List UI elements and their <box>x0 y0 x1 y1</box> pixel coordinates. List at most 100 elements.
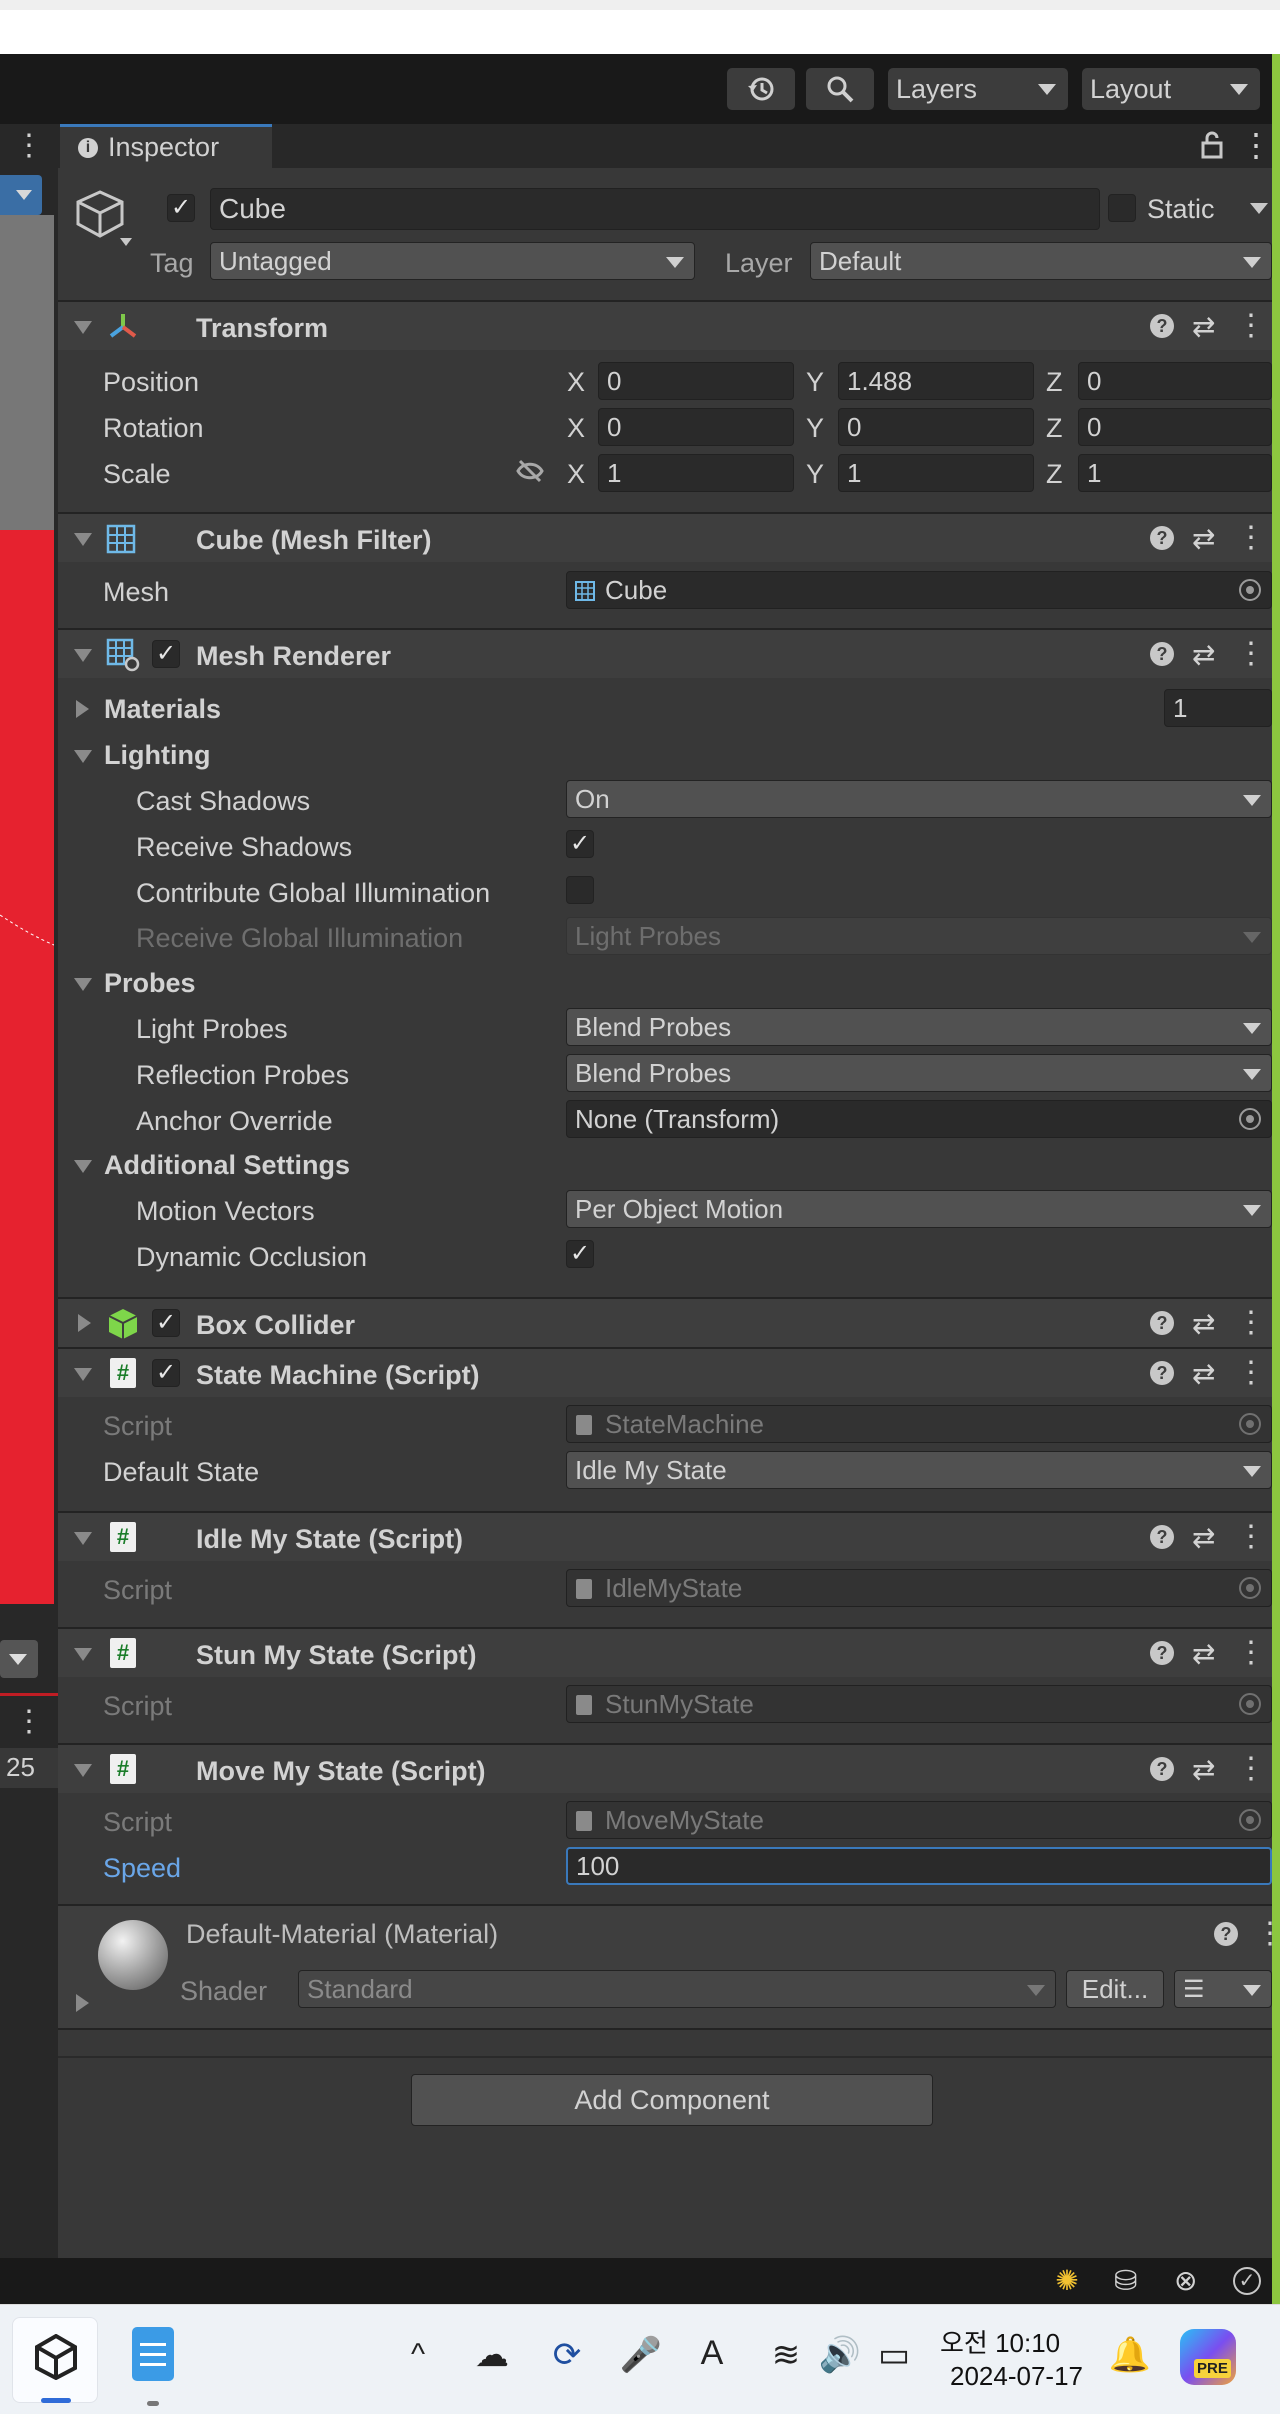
more-options-icon[interactable]: ⋮ <box>1236 1751 1266 1786</box>
cast-shadows-dropdown[interactable]: On <box>566 780 1272 818</box>
state-machine-header[interactable]: # ✓ State Machine (Script) ? ⇄ ⋮ <box>58 1347 1272 1397</box>
position-z-field[interactable]: 0 <box>1078 362 1272 400</box>
more-options-icon[interactable]: ⋮ <box>1240 126 1272 164</box>
fold-arrow-icon[interactable] <box>74 321 92 334</box>
clock-date[interactable]: 2024-07-17 <box>950 2361 1083 2392</box>
component-enabled-checkbox[interactable]: ✓ <box>152 1309 180 1337</box>
presets-icon[interactable]: ⇄ <box>1192 1753 1215 1786</box>
fold-arrow-icon[interactable] <box>74 1648 92 1661</box>
more-options-icon[interactable]: ⋮ <box>14 128 44 163</box>
probes-label[interactable]: Probes <box>104 968 196 999</box>
fold-arrow-icon[interactable] <box>74 978 92 991</box>
help-icon[interactable]: ? <box>1150 1757 1174 1781</box>
active-checkbox[interactable]: ✓ <box>167 194 195 222</box>
search-button[interactable] <box>806 68 874 110</box>
rotation-z-field[interactable]: 0 <box>1078 408 1272 446</box>
fold-arrow-icon[interactable] <box>74 649 92 662</box>
wifi-icon[interactable]: ≋ <box>764 2335 808 2375</box>
fold-arrow-icon[interactable] <box>74 533 92 546</box>
fold-arrow-icon[interactable] <box>78 1314 91 1332</box>
idle-state-header[interactable]: # Idle My State (Script) ? ⇄ ⋮ <box>58 1511 1272 1561</box>
help-icon[interactable]: ? <box>1150 526 1174 550</box>
help-icon[interactable]: ? <box>1150 1311 1174 1335</box>
battery-icon[interactable]: ▭ <box>872 2335 916 2375</box>
tab-inspector[interactable]: i Inspector <box>60 124 272 168</box>
more-options-icon[interactable]: ⋮ <box>1236 1635 1266 1670</box>
fold-arrow-icon[interactable] <box>74 1532 92 1545</box>
mesh-filter-header[interactable]: Cube (Mesh Filter) ? ⇄ ⋮ <box>58 512 1272 562</box>
ime-indicator[interactable]: A <box>692 2333 732 2373</box>
sync-icon[interactable]: ⟳ <box>545 2335 589 2375</box>
shader-options-dropdown[interactable]: ☰ <box>1174 1970 1272 2008</box>
fold-arrow-icon[interactable] <box>76 700 89 718</box>
materials-label[interactable]: Materials <box>104 694 221 725</box>
speed-field[interactable]: 100 <box>566 1847 1272 1885</box>
chevron-down-icon[interactable] <box>1250 203 1268 214</box>
scale-z-field[interactable]: 1 <box>1078 454 1272 492</box>
lock-icon[interactable] <box>1200 130 1224 160</box>
mesh-object-field[interactable]: Cube <box>566 571 1272 609</box>
fold-arrow-icon[interactable] <box>74 750 92 763</box>
more-options-icon[interactable]: ⋮ <box>14 1704 44 1739</box>
volume-icon[interactable]: 🔊 <box>818 2335 862 2375</box>
motion-vectors-dropdown[interactable]: Per Object Motion <box>566 1190 1272 1228</box>
position-x-field[interactable]: 0 <box>598 362 794 400</box>
microphone-icon[interactable]: 🎤 <box>619 2335 663 2375</box>
dynamic-occlusion-checkbox[interactable]: ✓ <box>566 1240 594 1268</box>
presets-icon[interactable]: ⇄ <box>1192 522 1215 555</box>
layer-dropdown[interactable]: Default <box>810 242 1272 280</box>
position-y-field[interactable]: 1.488 <box>838 362 1034 400</box>
more-options-icon[interactable]: ⋮ <box>1236 1355 1266 1390</box>
scale-x-field[interactable]: 1 <box>598 454 794 492</box>
mesh-renderer-header[interactable]: ✓ Mesh Renderer ? ⇄ ⋮ <box>58 628 1272 678</box>
object-name-field[interactable]: Cube <box>210 188 1100 230</box>
presets-icon[interactable]: ⇄ <box>1192 1357 1215 1390</box>
box-collider-header[interactable]: ✓ Box Collider ? ⇄ ⋮ <box>58 1297 1272 1347</box>
presets-icon[interactable]: ⇄ <box>1192 1521 1215 1554</box>
scale-y-field[interactable]: 1 <box>838 454 1034 492</box>
contribute-gi-checkbox[interactable] <box>566 876 594 904</box>
add-component-button[interactable]: Add Component <box>411 2074 933 2126</box>
edit-shader-button[interactable]: Edit... <box>1066 1970 1164 2008</box>
more-options-icon[interactable]: ⋮ <box>1236 308 1266 343</box>
more-options-icon[interactable]: ⋮ <box>1236 636 1266 671</box>
layout-dropdown[interactable]: Layout <box>1082 68 1260 110</box>
more-options-icon[interactable]: ⋮ <box>1255 1916 1280 1951</box>
shader-dropdown[interactable]: Standard <box>298 1970 1056 2008</box>
presets-icon[interactable]: ⇄ <box>1192 1637 1215 1670</box>
static-checkbox[interactable] <box>1108 194 1136 222</box>
constrain-proportions-icon[interactable] <box>515 458 545 484</box>
fold-arrow-icon[interactable] <box>74 1160 92 1173</box>
scene-view-dropdown[interactable] <box>0 175 42 215</box>
rotation-x-field[interactable]: 0 <box>598 408 794 446</box>
move-state-header[interactable]: # Move My State (Script) ? ⇄ ⋮ <box>58 1743 1272 1793</box>
reflection-probes-dropdown[interactable]: Blend Probes <box>566 1054 1272 1092</box>
auto-generate-lighting-icon[interactable]: ⊗ <box>1174 2264 1197 2297</box>
tag-dropdown[interactable]: Untagged <box>210 242 695 280</box>
object-picker-icon[interactable] <box>1239 579 1261 601</box>
help-icon[interactable]: ? <box>1150 1641 1174 1665</box>
help-icon[interactable]: ? <box>1214 1922 1238 1946</box>
light-probes-dropdown[interactable]: Blend Probes <box>566 1008 1272 1046</box>
cache-server-icon[interactable]: ⛁ <box>1114 2264 1137 2297</box>
help-icon[interactable]: ? <box>1150 314 1174 338</box>
notification-bell-icon[interactable]: 🔔 <box>1108 2335 1152 2375</box>
rotation-y-field[interactable]: 0 <box>838 408 1034 446</box>
receive-shadows-checkbox[interactable]: ✓ <box>566 830 594 858</box>
materials-count-field[interactable]: 1 <box>1164 689 1272 727</box>
transform-header[interactable]: Transform ? ⇄ ⋮ <box>58 300 1272 350</box>
notepad-icon[interactable] <box>132 2327 174 2381</box>
component-enabled-checkbox[interactable]: ✓ <box>152 640 180 668</box>
stun-state-header[interactable]: # Stun My State (Script) ? ⇄ ⋮ <box>58 1627 1272 1677</box>
help-icon[interactable]: ? <box>1150 642 1174 666</box>
debug-icon[interactable]: ✺ <box>1052 2266 1082 2296</box>
fold-arrow-icon[interactable] <box>76 1994 89 2012</box>
presets-icon[interactable]: ⇄ <box>1192 310 1215 343</box>
presets-icon[interactable]: ⇄ <box>1192 638 1215 671</box>
component-enabled-checkbox[interactable]: ✓ <box>152 1359 180 1387</box>
history-button[interactable] <box>727 68 795 110</box>
unity-taskbar-button[interactable] <box>12 2317 98 2403</box>
layers-dropdown[interactable]: Layers <box>888 68 1068 110</box>
more-options-icon[interactable]: ⋮ <box>1236 1519 1266 1554</box>
help-icon[interactable]: ? <box>1150 1525 1174 1549</box>
